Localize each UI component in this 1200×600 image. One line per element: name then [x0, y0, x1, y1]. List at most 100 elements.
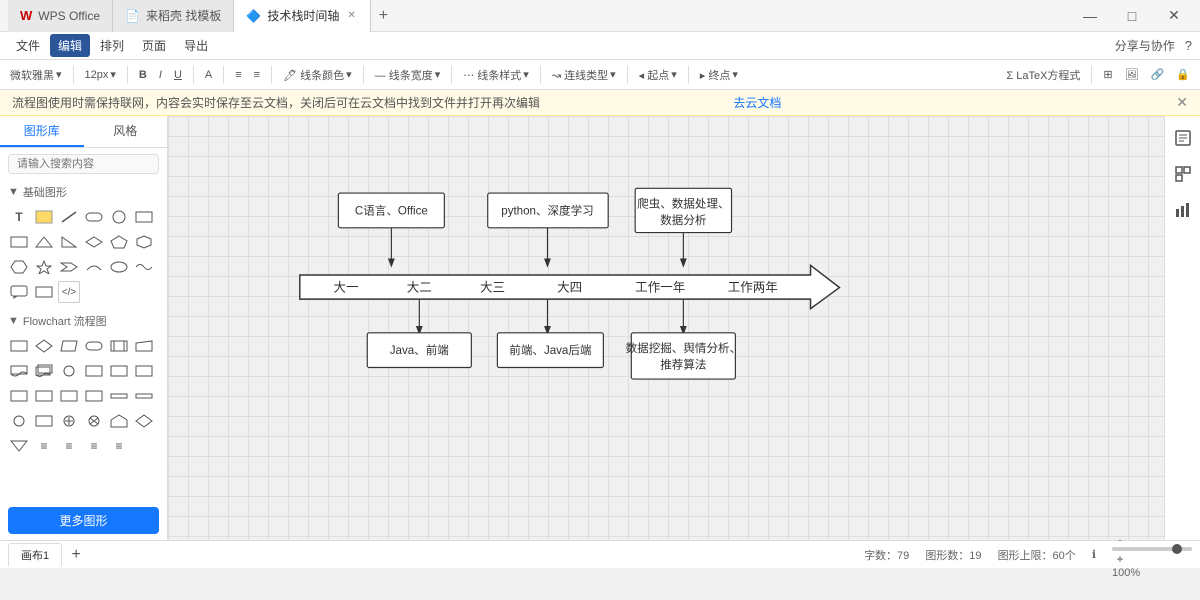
add-sheet-button[interactable]: +: [66, 545, 86, 565]
shape-rect2[interactable]: [8, 231, 30, 253]
format-panel-button[interactable]: [1169, 160, 1197, 188]
bold-button[interactable]: B: [135, 67, 151, 83]
fc-manual[interactable]: [133, 335, 155, 357]
canvas-grid[interactable]: C语言、Office python、深度学习 爬虫、数据处理、 数据分析: [168, 116, 1164, 540]
close-button[interactable]: ✕: [1156, 0, 1192, 32]
notif-close-button[interactable]: ✕: [1176, 94, 1188, 111]
fc-list4[interactable]: ≡: [108, 435, 130, 457]
shape-wave[interactable]: [133, 256, 155, 278]
color-button[interactable]: A: [201, 67, 216, 83]
fc-io[interactable]: [58, 335, 80, 357]
zoom-slider[interactable]: [1112, 547, 1192, 551]
fc-s8[interactable]: [133, 385, 155, 407]
fc-process[interactable]: [8, 335, 30, 357]
menu-arrange[interactable]: 排列: [92, 34, 132, 57]
fc-s7[interactable]: [108, 385, 130, 407]
font-size-select[interactable]: 12px ▾: [81, 66, 120, 83]
fc-list3[interactable]: ≡: [83, 435, 105, 457]
image-button[interactable]: 🖼: [1121, 66, 1143, 83]
shape-arc[interactable]: [83, 256, 105, 278]
shape-code[interactable]: </>: [58, 281, 80, 303]
tab-shape-library[interactable]: 图形库: [0, 116, 84, 147]
align-button[interactable]: ≡: [231, 67, 245, 83]
start-point-control[interactable]: ◂ 起点▾: [635, 65, 681, 85]
shape-rect[interactable]: [133, 206, 155, 228]
shape-triangle[interactable]: [33, 231, 55, 253]
sheet-tab-1[interactable]: 画布1: [8, 543, 62, 566]
fc-triangle2[interactable]: [8, 435, 30, 457]
stroke-width-control[interactable]: — 线条宽度▾: [371, 65, 445, 85]
zoom-in-button[interactable]: +: [1112, 551, 1128, 567]
menu-file[interactable]: 文件: [8, 34, 48, 57]
fc-s1[interactable]: [108, 360, 130, 382]
shape-right-triangle[interactable]: [58, 231, 80, 253]
menu-export[interactable]: 导出: [176, 34, 216, 57]
status-info-icon[interactable]: ℹ: [1092, 548, 1096, 561]
fc-house[interactable]: [108, 410, 130, 432]
shape-ellipse[interactable]: [108, 256, 130, 278]
table-insert-button[interactable]: ⊞: [1099, 66, 1116, 83]
fc-s6[interactable]: [83, 385, 105, 407]
fc-s3[interactable]: [8, 385, 30, 407]
shape-chevron[interactable]: [58, 256, 80, 278]
font-select[interactable]: 微软雅黑 ▾: [6, 65, 66, 85]
help-icon[interactable]: ?: [1185, 38, 1192, 53]
properties-panel-button[interactable]: [1169, 124, 1197, 152]
opacity-control[interactable]: 🖊 线条颜色▾: [279, 65, 356, 85]
search-input[interactable]: [8, 154, 159, 174]
bottom-box-3[interactable]: [631, 333, 735, 379]
basic-shapes-title[interactable]: ▼ 基础图形: [8, 184, 159, 200]
shape-diamond[interactable]: [83, 231, 105, 253]
link-button[interactable]: 🔗: [1147, 66, 1169, 83]
shape-pentagon[interactable]: [108, 231, 130, 253]
fc-s5[interactable]: [58, 385, 80, 407]
canvas-area[interactable]: C语言、Office python、深度学习 爬虫、数据处理、 数据分析: [168, 116, 1164, 540]
menu-edit[interactable]: 编辑: [50, 34, 90, 57]
shape-line[interactable]: [58, 206, 80, 228]
fc-diamond2[interactable]: [133, 410, 155, 432]
fc-s9[interactable]: [33, 410, 55, 432]
end-point-control[interactable]: ▸ 终点▾: [696, 65, 742, 85]
notif-link[interactable]: 去云文档: [733, 94, 781, 111]
fc-decision[interactable]: [33, 335, 55, 357]
fc-terminal[interactable]: [83, 335, 105, 357]
italic-button[interactable]: I: [155, 67, 166, 83]
shape-circle[interactable]: [108, 206, 130, 228]
share-button[interactable]: 分享与协作: [1115, 37, 1175, 54]
underline-button[interactable]: U: [170, 67, 186, 83]
flowchart-title[interactable]: ▼ Flowchart 流程图: [8, 313, 159, 329]
menu-page[interactable]: 页面: [134, 34, 174, 57]
minimize-button[interactable]: —: [1072, 0, 1108, 32]
new-tab-button[interactable]: +: [371, 7, 396, 25]
tab-style[interactable]: 风格: [84, 116, 168, 147]
latex-button[interactable]: Σ LaTeX方程式: [1002, 65, 1084, 85]
chart-panel-button[interactable]: [1169, 196, 1197, 224]
tab-diagram[interactable]: 🔷 技术栈时间轴 ✕: [234, 0, 370, 32]
fc-x[interactable]: [83, 410, 105, 432]
shape-rect-fill[interactable]: [33, 206, 55, 228]
shape-stadium[interactable]: [83, 206, 105, 228]
fc-s4[interactable]: [33, 385, 55, 407]
shape-callout[interactable]: [8, 281, 30, 303]
fc-rect4[interactable]: [83, 360, 105, 382]
maximize-button[interactable]: □: [1114, 0, 1150, 32]
fc-doc[interactable]: [8, 360, 30, 382]
fc-plus[interactable]: [58, 410, 80, 432]
lock-button[interactable]: 🔒: [1172, 66, 1194, 83]
stroke-style-control[interactable]: ⋯ 线条样式▾: [459, 65, 533, 85]
tab-close-diagram[interactable]: ✕: [345, 8, 357, 23]
fc-circle2[interactable]: [58, 360, 80, 382]
shape-rect3[interactable]: [33, 281, 55, 303]
fc-multidoc[interactable]: [33, 360, 55, 382]
shape-hexagon-v[interactable]: [133, 231, 155, 253]
fc-s2[interactable]: [133, 360, 155, 382]
fc-list1[interactable]: ≡: [33, 435, 55, 457]
fc-circle3[interactable]: [8, 410, 30, 432]
fc-list2[interactable]: ≡: [58, 435, 80, 457]
tab-templates[interactable]: 📄 来稻壳 找模板: [113, 0, 234, 32]
fc-predefined[interactable]: [108, 335, 130, 357]
connector-type-control[interactable]: ↝ 连线类型▾: [548, 65, 620, 85]
tab-wps[interactable]: W WPS Office: [8, 0, 113, 32]
list-button[interactable]: ≡: [250, 67, 264, 83]
shape-text[interactable]: T: [8, 206, 30, 228]
